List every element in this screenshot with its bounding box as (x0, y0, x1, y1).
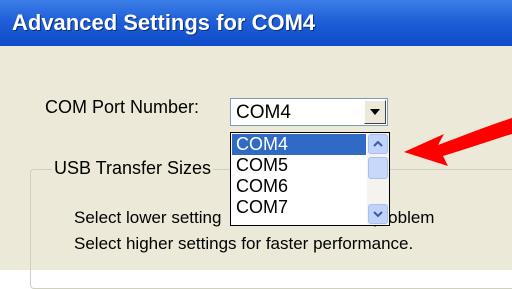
usb-hint-line-1: Select lower setting nance problem (74, 208, 434, 228)
com-port-option[interactable]: COM7 (232, 197, 366, 218)
scroll-up-icon (373, 141, 383, 147)
com-port-select[interactable]: COM4 (230, 98, 388, 126)
scroll-down-button[interactable] (368, 204, 388, 224)
dropdown-scrollbar[interactable] (367, 133, 389, 225)
scroll-down-icon (373, 211, 383, 217)
com-port-option[interactable]: COM4 (232, 134, 366, 155)
usb-transfer-title: USB Transfer Sizes (52, 158, 214, 179)
usb-hint-line-1-left: Select lower setting (74, 208, 222, 227)
chevron-down-icon (370, 109, 380, 115)
com-port-label: COM Port Number: (45, 97, 200, 117)
scroll-up-button[interactable] (368, 134, 388, 154)
usb-hint-line-2: Select higher settings for faster perfor… (74, 234, 414, 253)
com-port-option[interactable]: COM5 (232, 155, 366, 176)
com-port-dropdown-list: COM4 COM5 COM6 COM7 (230, 132, 390, 226)
com-port-option[interactable]: COM6 (232, 176, 366, 197)
title-bar: Advanced Settings for COM4 (0, 0, 512, 46)
scroll-thumb[interactable] (368, 157, 388, 179)
com-port-selected-value: COM4 (236, 102, 291, 123)
com-port-dropdown-button[interactable] (364, 100, 386, 124)
window-title: Advanced Settings for COM4 (12, 10, 316, 35)
